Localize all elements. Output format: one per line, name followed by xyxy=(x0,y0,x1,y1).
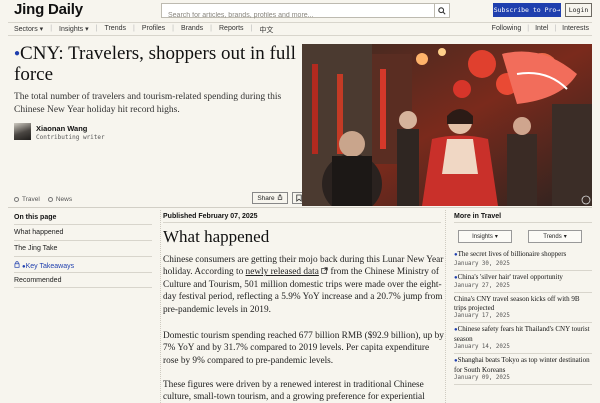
table-of-contents: What happened The Jing Take ●Key Takeawa… xyxy=(14,224,152,288)
subscribe-button[interactable]: Subscribe to Pro → xyxy=(493,3,561,17)
tag-dot-icon xyxy=(14,196,19,202)
filter-trends[interactable]: Trends ▾ xyxy=(528,230,582,243)
list-item[interactable]: ●Shanghai beats Tokyo as top winter dest… xyxy=(454,354,592,385)
section-heading: What happened xyxy=(163,227,270,246)
publish-date: Published February 07, 2025 xyxy=(163,213,258,220)
search-input[interactable] xyxy=(162,9,422,22)
nav-separator: | xyxy=(554,25,557,32)
main-nav: Sectors ▾ | Insights ▾ | Trends | Profil… xyxy=(8,22,592,36)
search-box[interactable] xyxy=(161,3,450,22)
nav-separator: | xyxy=(210,25,212,32)
nav-chinese[interactable]: 中文 xyxy=(259,25,273,35)
site-logo[interactable]: Jing Daily xyxy=(14,1,83,18)
bookmark-icon xyxy=(295,194,302,202)
rail-list: ●The secret lives of billionaire shopper… xyxy=(454,248,592,385)
toc-item-what-happened[interactable]: What happened xyxy=(14,224,152,240)
article-tags: Travel News xyxy=(14,196,72,203)
paragraph-2: Domestic tourism spending reached 677 bi… xyxy=(163,331,444,366)
paragraph-3: These figures were driven by a renewed i… xyxy=(163,380,425,403)
rail-title: More in Travel xyxy=(454,213,502,220)
list-item[interactable]: ●The secret lives of billionaire shopper… xyxy=(454,248,592,271)
tag-travel[interactable]: Travel xyxy=(14,196,40,203)
article-headline: ●CNY: Travelers, shoppers out in full fo… xyxy=(14,43,296,85)
list-item[interactable]: ●China's 'silver hair' travel opportunit… xyxy=(454,271,592,293)
nav-intel[interactable]: Intel xyxy=(535,25,548,32)
nav-separator: | xyxy=(527,25,530,32)
nav-separator: | xyxy=(50,25,53,32)
toc-item-key-takeaways[interactable]: ●Key Takeaways xyxy=(14,256,152,272)
paragraph-1: Chinese consumers are getting their mojo… xyxy=(163,255,444,315)
date-divider xyxy=(163,222,441,223)
top-bar: Jing Daily Subscribe to Pro→ Login xyxy=(8,0,592,22)
nav-sectors[interactable]: Sectors ▾ xyxy=(14,25,43,35)
data-link[interactable]: newly released data xyxy=(246,267,319,277)
search-icon[interactable] xyxy=(434,4,449,17)
nav-reports[interactable]: Reports xyxy=(219,25,244,35)
toc-item-jing-take[interactable]: The Jing Take xyxy=(14,240,152,256)
article-dek: The total number of travelers and touris… xyxy=(14,92,282,115)
toc-item-recommended[interactable]: Recommended xyxy=(14,272,152,288)
chevron-down-icon: ▾ xyxy=(494,234,498,240)
nav-following[interactable]: Following xyxy=(492,25,522,32)
subscribe-label: Subscribe to Pro xyxy=(493,6,557,14)
rail-divider xyxy=(454,222,592,223)
column-divider xyxy=(445,210,446,403)
arrow-icon: → xyxy=(556,6,561,14)
chevron-down-icon: ▾ xyxy=(563,234,567,240)
column-divider xyxy=(160,210,161,403)
share-icon xyxy=(277,194,283,202)
tag-news[interactable]: News xyxy=(47,196,72,203)
nav-separator: | xyxy=(250,25,253,32)
nav-brands[interactable]: Brands xyxy=(181,25,203,35)
nav-separator: | xyxy=(132,25,135,32)
tag-dot-icon xyxy=(47,196,53,202)
nav-profiles[interactable]: Profiles xyxy=(142,25,165,35)
list-item[interactable]: ●Chinese safety fears hit Thailand's CNY… xyxy=(454,323,592,354)
author-name[interactable]: Xiaonan Wang xyxy=(36,124,87,133)
nav-separator: | xyxy=(95,25,98,32)
share-button[interactable]: Share xyxy=(252,192,288,204)
hero-image xyxy=(302,44,592,206)
author-avatar[interactable] xyxy=(14,123,31,140)
section-divider xyxy=(8,207,592,208)
filter-insights[interactable]: Insights ▾ xyxy=(458,230,512,243)
nav-interests[interactable]: Interests xyxy=(562,25,589,32)
nav-insights[interactable]: Insights ▾ xyxy=(59,25,89,35)
author-role: Contributing writer xyxy=(36,134,105,141)
nav-separator: | xyxy=(172,25,174,32)
lock-icon xyxy=(14,261,22,270)
nav-trends[interactable]: Trends xyxy=(104,25,126,35)
login-button[interactable]: Login xyxy=(565,3,592,17)
list-item[interactable]: China's CNY travel season kicks off with… xyxy=(454,293,592,323)
toc-title: On this page xyxy=(14,214,57,221)
